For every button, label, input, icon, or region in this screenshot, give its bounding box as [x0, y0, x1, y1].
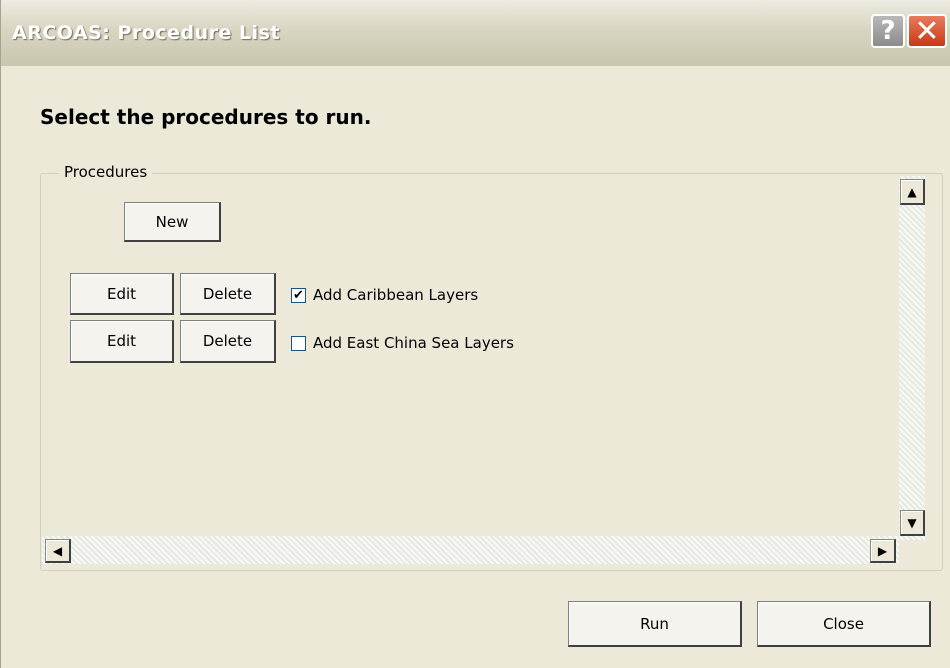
arrow-down-icon: ▼: [907, 515, 917, 530]
procedure-checkbox-checked[interactable]: ✔: [291, 287, 306, 303]
procedure-name: Add Caribbean Layers: [313, 286, 479, 304]
new-procedure-button[interactable]: New: [124, 202, 221, 242]
arrow-left-icon: ◀: [52, 543, 63, 558]
edit-button[interactable]: Edit: [70, 273, 174, 315]
run-button[interactable]: Run: [568, 601, 742, 647]
procedures-scroll-area: New Edit Delete ✔ Add Caribbean Layers E…: [42, 176, 899, 536]
help-button[interactable]: ?: [871, 14, 905, 48]
close-icon: ✕: [914, 13, 940, 49]
delete-button[interactable]: Delete: [180, 320, 276, 363]
close-button[interactable]: Close: [757, 601, 931, 647]
close-window-button[interactable]: ✕: [907, 13, 947, 49]
instruction-heading: Select the procedures to run.: [40, 105, 372, 129]
scroll-right-button[interactable]: ▶: [870, 539, 896, 563]
checkmark-icon: ✔: [293, 287, 304, 303]
procedure-row-caribbean[interactable]: ✔ Add Caribbean Layers: [291, 286, 478, 304]
scroll-left-button[interactable]: ◀: [45, 539, 71, 563]
procedure-name: Add East China Sea Layers: [313, 334, 514, 352]
title-bar[interactable]: ARCOAS: Procedure List ? ✕: [1, 0, 950, 66]
edit-button[interactable]: Edit: [70, 320, 174, 363]
scrollbar-corner: [899, 540, 925, 564]
procedure-list-dialog: ARCOAS: Procedure List ? ✕ Select the pr…: [0, 0, 950, 668]
window-title: ARCOAS: Procedure List: [12, 22, 281, 44]
scroll-down-button[interactable]: ▼: [900, 510, 925, 536]
horizontal-scrollbar[interactable]: ◀ ▶: [42, 536, 899, 564]
procedure-checkbox-unchecked[interactable]: [291, 335, 306, 351]
help-icon: ?: [880, 16, 896, 46]
arrow-right-icon: ▶: [877, 543, 888, 558]
vertical-scrollbar[interactable]: ▲ ▼: [899, 176, 925, 540]
arrow-up-icon: ▲: [907, 184, 917, 199]
scroll-up-button[interactable]: ▲: [900, 179, 925, 205]
procedure-row-east-china-sea[interactable]: Add East China Sea Layers: [291, 334, 514, 352]
delete-button[interactable]: Delete: [180, 273, 276, 315]
